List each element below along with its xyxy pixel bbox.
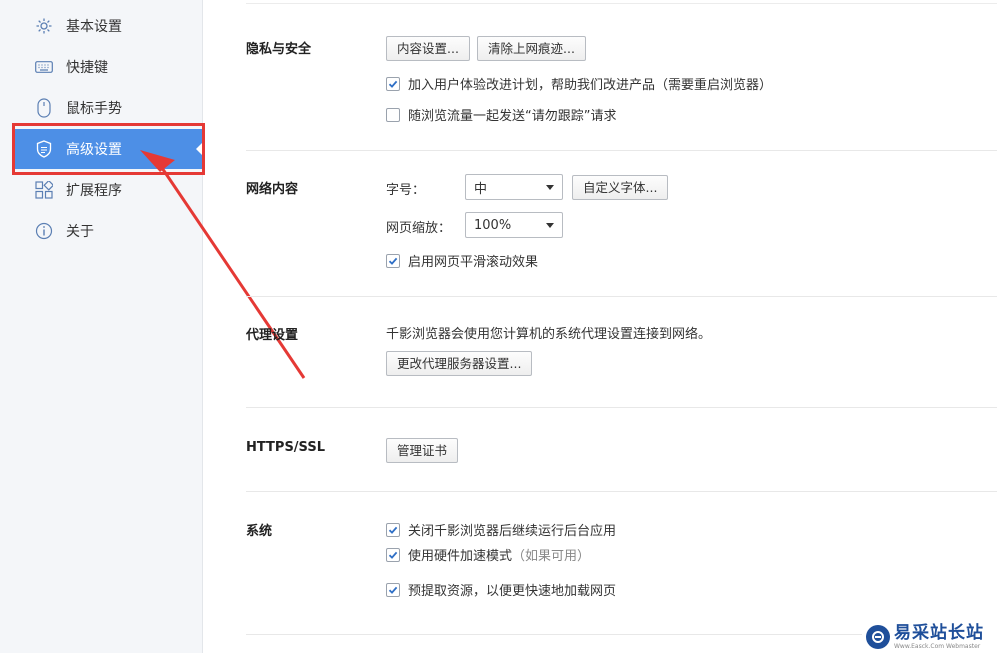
do-not-track-label: 随浏览流量一起发送“请勿跟踪”请求 [408,109,617,124]
smooth-scroll-label: 启用网页平滑滚动效果 [408,255,539,270]
smooth-scroll-checkbox[interactable] [386,253,400,268]
sidebar-item-basic-settings[interactable]: 基本设置 [14,6,203,46]
prefetch-label: 预提取资源，以便更快速地加载网页 [408,584,617,599]
prefetch-option[interactable]: 预提取资源，以便更快速地加载网页 [386,580,616,599]
sidebar-item-label: 基本设置 [66,19,122,35]
sidebar-item-mouse-gestures[interactable]: 鼠标手势 [14,88,203,128]
watermark-url: Www.Easck.Com Webmaster [894,642,981,650]
zoom-label: 网页缩放： [386,221,452,236]
ux-program-label: 加入用户体验改进计划，帮助我们改进产品（需要重启浏览器） [408,78,773,93]
settings-main: 隐私与安全 内容设置... 清除上网痕迹... 加入用户体验改进计划，帮助我们改… [203,0,997,653]
section-title-system: 系统 [246,524,273,539]
divider [246,407,997,408]
gear-icon [34,16,54,36]
ux-program-checkbox[interactable] [386,76,400,91]
chevron-down-icon [546,184,554,190]
sidebar-item-label: 鼠标手势 [66,101,122,117]
sidebar-item-about[interactable]: 关于 [14,211,203,251]
sidebar-item-advanced-settings[interactable]: 高级设置 [14,129,203,169]
background-apps-checkbox[interactable] [386,522,400,537]
ux-program-option[interactable]: 加入用户体验改进计划，帮助我们改进产品（需要重启浏览器） [386,74,772,93]
font-size-value: 中 [474,181,488,197]
do-not-track-option[interactable]: 随浏览流量一起发送“请勿跟踪”请求 [386,105,616,124]
watermark-name: 易采站长站 [894,622,984,643]
keyboard-icon [34,57,54,77]
sidebar-item-label: 扩展程序 [66,183,122,199]
manage-certificates-button[interactable]: 管理证书 [386,438,459,463]
hardware-accel-hint: （如果可用） [512,549,591,564]
section-title-proxy: 代理设置 [246,328,299,343]
zoom-value: 100% [474,217,512,233]
extensions-icon [34,180,54,200]
background-apps-label: 关闭千影浏览器后继续运行后台应用 [408,524,617,539]
proxy-description: 千影浏览器会使用您计算机的系统代理设置连接到网络。 [386,327,712,342]
shield-icon [34,139,54,159]
hardware-accel-option[interactable]: 使用硬件加速模式 （如果可用） [386,545,590,564]
divider [246,150,997,151]
site-watermark: 易采站长站 Www.Easck.Com Webmaster [862,620,997,653]
sidebar-item-shortcuts[interactable]: 快捷键 [14,47,203,87]
zoom-select[interactable]: 100% [465,212,563,238]
sidebar-item-extensions[interactable]: 扩展程序 [14,170,203,210]
info-icon [34,221,54,241]
hardware-accel-label: 使用硬件加速模式 [408,549,513,564]
do-not-track-checkbox[interactable] [386,107,400,122]
change-proxy-button[interactable]: 更改代理服务器设置... [386,351,533,376]
sidebar-item-label: 高级设置 [66,142,122,158]
hardware-accel-checkbox[interactable] [386,547,400,562]
prefetch-checkbox[interactable] [386,582,400,597]
watermark-logo-icon [866,624,890,649]
divider [246,491,997,492]
background-apps-option[interactable]: 关闭千影浏览器后继续运行后台应用 [386,520,616,539]
font-size-label: 字号： [386,183,426,198]
divider [246,296,997,297]
custom-fonts-button[interactable]: 自定义字体... [572,175,669,200]
chevron-down-icon [546,222,554,228]
sidebar-item-label: 快捷键 [66,60,108,76]
divider [246,3,997,4]
mouse-icon [34,98,54,118]
content-settings-button[interactable]: 内容设置... [386,36,470,61]
clear-history-button[interactable]: 清除上网痕迹... [477,36,586,61]
section-title-https: HTTPS/SSL [246,440,325,455]
section-title-web-content: 网络内容 [246,182,299,197]
smooth-scroll-option[interactable]: 启用网页平滑滚动效果 [386,251,538,270]
section-title-privacy: 隐私与安全 [246,42,312,57]
sidebar-item-label: 关于 [66,224,94,240]
settings-sidebar: 基本设置 快捷键 鼠标手势 高级设置 扩展程序 关于 [0,0,203,653]
font-size-select[interactable]: 中 [465,174,563,200]
